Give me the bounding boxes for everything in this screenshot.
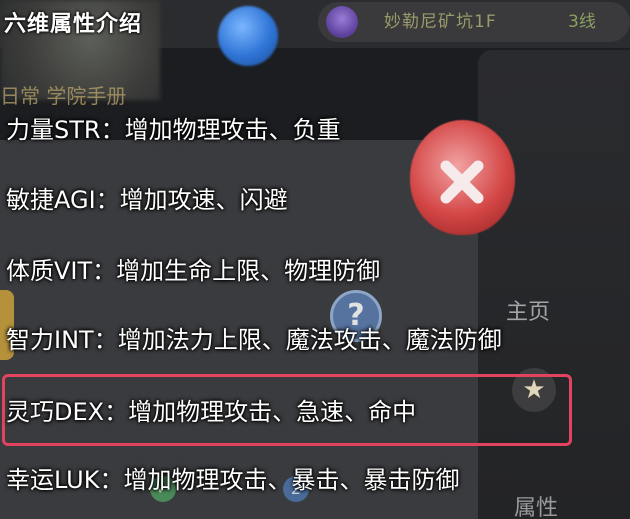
attribute-separator: ：: [93, 326, 118, 354]
map-icon: [326, 6, 358, 38]
attribute-separator: ：: [100, 116, 125, 144]
attribute-name: 力量STR: [6, 116, 101, 144]
attribute-line-agi: 敏捷AGI：增加攻速、闪避: [6, 180, 288, 215]
attribute-description: 增加物理攻击、急速、命中: [128, 398, 417, 426]
main-page-label: 主页: [506, 300, 551, 325]
attribute-separator: ：: [92, 257, 117, 285]
attribute-name: 敏捷AGI: [6, 186, 96, 214]
attribute-line-vit: 体质VIT：增加生命上限、物理防御: [6, 251, 380, 286]
attribute-description: 增加生命上限、物理防御: [116, 257, 381, 285]
location-name: 妙勒尼矿坑1F: [384, 12, 497, 32]
daily-tabs: 日常 学院手册: [0, 84, 127, 108]
attribute-name: 灵巧DEX: [6, 398, 105, 426]
attribute-line-int: 智力INT：增加法力上限、魔法攻击、魔法防御: [6, 320, 502, 355]
server-line: 3线: [568, 12, 596, 32]
attribute-description: 增加法力上限、魔法攻击、魔法防御: [117, 326, 502, 354]
attribute-separator: ：: [99, 466, 124, 494]
attribute-line-str: 力量STR：增加物理攻击、负重: [6, 110, 341, 145]
close-icon[interactable]: [432, 152, 492, 212]
attribute-name: 智力INT: [6, 326, 94, 354]
attribute-tab-label: 属性: [514, 496, 559, 519]
potion-icon: [218, 6, 278, 66]
attribute-description: 增加物理攻击、暴击、暴击防御: [123, 466, 460, 494]
attribute-description: 增加物理攻击、负重: [124, 116, 341, 144]
attribute-name: 幸运LUK: [6, 466, 100, 494]
attribute-description: 增加攻速、闪避: [119, 186, 288, 214]
attribute-separator: ：: [95, 186, 120, 214]
attribute-line-dex: 灵巧DEX：增加物理攻击、急速、命中: [6, 392, 416, 427]
attribute-line-luk: 幸运LUK：增加物理攻击、暴击、暴击防御: [6, 460, 459, 495]
side-panel: [478, 50, 630, 519]
attribute-name: 体质VIT: [6, 257, 93, 285]
attribute-separator: ：: [104, 398, 129, 426]
page-title: 六维属性介绍: [4, 12, 143, 37]
